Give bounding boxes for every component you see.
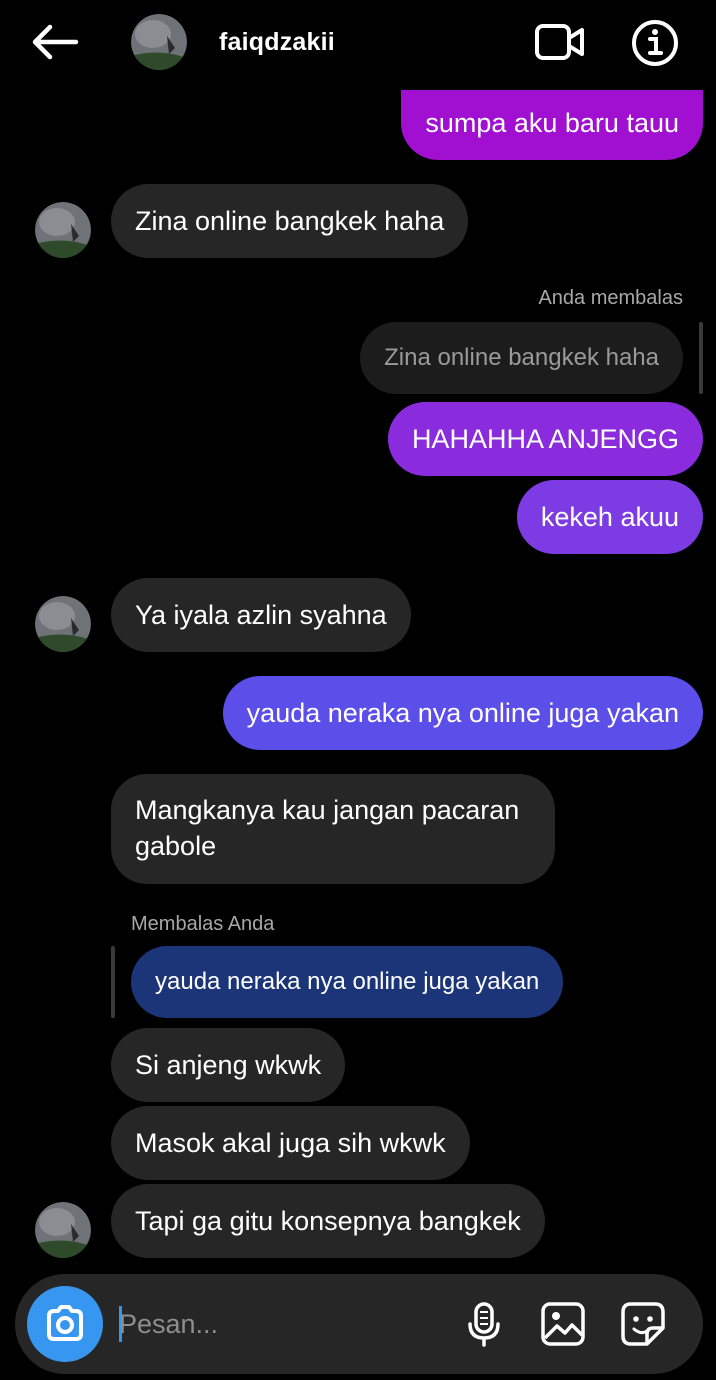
message-incoming[interactable]: Masok akal juga sih wkwk <box>111 1106 470 1180</box>
quoted-message[interactable]: yauda neraka nya online juga yakan <box>131 946 564 1018</box>
contact-name[interactable]: faiqdzakii <box>219 28 335 57</box>
message-outgoing[interactable]: HAHAHHA ANJENGG <box>387 402 703 476</box>
message-incoming[interactable]: Si anjeng wkwk <box>111 1028 346 1102</box>
info-icon[interactable] <box>630 18 680 68</box>
video-call-icon[interactable] <box>534 22 586 62</box>
reply-context-label: Membalas Anda <box>131 913 275 935</box>
microphone-icon[interactable] <box>460 1300 508 1348</box>
quote-bar <box>699 322 703 394</box>
message-composer <box>15 1274 703 1374</box>
message-incoming[interactable]: Zina online bangkek haha <box>111 184 469 258</box>
message-incoming[interactable]: Mangkanya kau jangan pacaran gabole <box>111 774 555 884</box>
chat-header: faiqdzakii <box>0 0 716 90</box>
message-outgoing[interactable]: sumpa aku baru tauu <box>401 86 703 160</box>
message-input[interactable] <box>119 1304 449 1344</box>
camera-icon[interactable] <box>27 1286 103 1362</box>
quote-bar <box>111 946 115 1018</box>
sender-avatar[interactable] <box>35 596 91 652</box>
message-incoming[interactable]: Ya iyala azlin syahna <box>111 578 411 652</box>
message-outgoing[interactable]: kekeh akuu <box>516 480 703 554</box>
sticker-icon[interactable] <box>619 1300 667 1348</box>
back-arrow-icon[interactable] <box>30 22 80 62</box>
message-outgoing[interactable]: yauda neraka nya online juga yakan <box>222 676 703 750</box>
gallery-icon[interactable] <box>539 1300 587 1348</box>
quoted-message[interactable]: Zina online bangkek haha <box>360 322 683 394</box>
reply-context-label: Anda membalas <box>538 287 683 309</box>
message-incoming[interactable]: Tapi ga gitu konsepnya bangkek <box>111 1184 545 1258</box>
sender-avatar[interactable] <box>35 1202 91 1258</box>
contact-avatar[interactable] <box>131 14 187 70</box>
sender-avatar[interactable] <box>35 202 91 258</box>
